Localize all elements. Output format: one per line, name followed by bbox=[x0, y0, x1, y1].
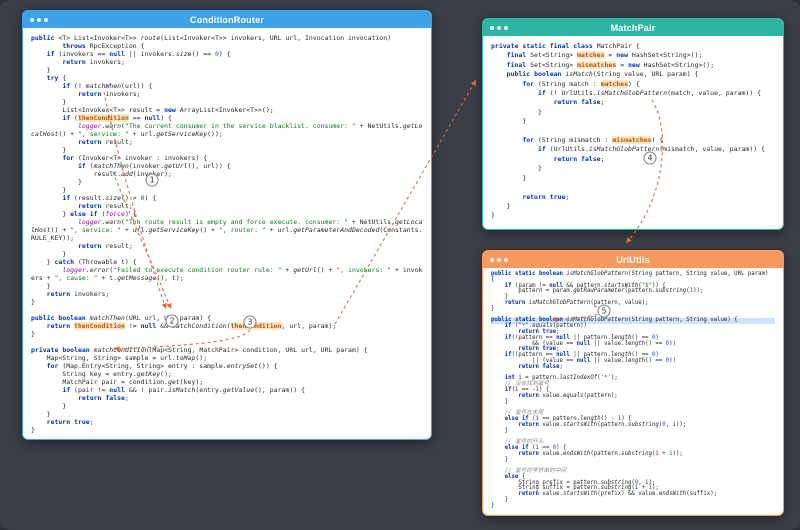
panel-title: ConditionRouter bbox=[190, 14, 264, 25]
step-badge-5: 5 bbox=[597, 304, 611, 318]
code-line: for (Map.Entry<String, String> entry : s… bbox=[46, 362, 278, 370]
code-line: } bbox=[491, 502, 495, 509]
code-line: return result; bbox=[77, 138, 133, 146]
code-line: String key = entry.getKey(); bbox=[31, 370, 172, 378]
code-line: MatchPair pair = condition.get(key); bbox=[31, 378, 204, 386]
code-line: } bbox=[31, 178, 82, 186]
code-line: private boolean matchCondition(Map<Strin… bbox=[31, 346, 368, 354]
code-line: for (String match : matches) { bbox=[522, 79, 640, 88]
panel-matchpair[interactable]: MatchPair private static final class Mat… bbox=[482, 18, 784, 230]
panel-conditionrouter[interactable]: ConditionRouter public <T> List<Invoker<… bbox=[22, 10, 432, 440]
code-line: final Set<String> matches = new HashSet<… bbox=[506, 51, 703, 60]
code-line: if (UrlUtils.isMatchGlobPattern(mismatch… bbox=[537, 145, 765, 154]
code-line: } bbox=[31, 298, 35, 306]
code-line: } bbox=[31, 330, 35, 338]
code-line: } bbox=[31, 410, 51, 418]
code-line: if (! UrlUtils.isMatchGlobPattern(match,… bbox=[537, 89, 762, 98]
conditionrouter-code-block[interactable]: public <T> List<Invoker<T>> route(List<I… bbox=[23, 28, 431, 439]
panel-urlutils-header[interactable]: UrlUtils bbox=[483, 251, 783, 268]
code-line: if (! matchWhen(url)) { bbox=[62, 82, 153, 90]
window-dots-icon bbox=[30, 17, 48, 22]
panel-title: UrlUtils bbox=[616, 254, 650, 265]
code-line: } bbox=[31, 282, 51, 290]
code-line: } bbox=[31, 250, 67, 258]
code-line: logger.warn("The current consumer in the… bbox=[31, 122, 423, 138]
panel-title: MatchPair bbox=[610, 22, 656, 33]
code-line: } catch (Throwable t) { bbox=[31, 258, 137, 266]
code-line: } bbox=[491, 117, 527, 126]
code-line: public <T> List<Invoker<T>> route(List<I… bbox=[31, 34, 392, 42]
code-line: if (pair != null && ! pair.isMatch(entry… bbox=[62, 386, 305, 394]
code-line: } bbox=[31, 426, 35, 434]
code-line: } bbox=[491, 211, 495, 220]
matchpair-code-block[interactable]: private static final class MatchPair { f… bbox=[483, 36, 783, 229]
code-line: public boolean isMatch(String value, URL… bbox=[506, 70, 699, 79]
code-map-canvas: ConditionRouter public <T> List<Invoker<… bbox=[0, 0, 800, 530]
code-line: if (invokers == null || invokers.size() … bbox=[46, 50, 231, 58]
code-line: return false; bbox=[553, 154, 605, 163]
step-badge-3: 3 bbox=[243, 315, 257, 329]
code-line: } bbox=[31, 98, 67, 106]
panel-urlutils[interactable]: UrlUtils public static boolean isMatchGl… bbox=[482, 250, 784, 516]
step-badge-1: 1 bbox=[145, 173, 159, 187]
code-line: public boolean matchThen(URL url, URL pa… bbox=[31, 314, 212, 322]
code-line: private static final class MatchPair { bbox=[491, 42, 640, 50]
code-line: logger.warn("The route result is empty a… bbox=[31, 218, 423, 242]
code-line: for (Invoker<T> invoker : invokers) { bbox=[62, 154, 208, 162]
panel-conditionrouter-header[interactable]: ConditionRouter bbox=[23, 11, 431, 28]
code-line: return false; bbox=[77, 394, 129, 402]
code-line: } bbox=[491, 164, 542, 173]
code-line: } bbox=[491, 107, 542, 116]
code-line: } bbox=[31, 66, 51, 74]
code-line: return result; bbox=[77, 202, 133, 210]
code-line: return false; bbox=[553, 98, 605, 107]
window-dots-icon bbox=[490, 257, 508, 262]
code-line: return invokers; bbox=[46, 290, 110, 298]
window-dots-icon bbox=[490, 25, 508, 30]
code-line: if (result.size() > 0) { bbox=[62, 194, 157, 202]
panel-matchpair-header[interactable]: MatchPair bbox=[483, 19, 783, 36]
code-line: for (String mismatch : mismatches) { bbox=[522, 136, 664, 145]
step-badge-4: 4 bbox=[643, 151, 657, 165]
step-badge-2: 2 bbox=[165, 314, 179, 328]
code-line: } bbox=[491, 201, 511, 210]
code-line: return invokers; bbox=[77, 90, 141, 98]
code-line: } bbox=[491, 173, 527, 182]
code-line: } bbox=[31, 186, 67, 194]
code-line: try { bbox=[46, 74, 67, 82]
code-line: return true; bbox=[46, 418, 94, 426]
code-line: List<Invoker<T>> result = new ArrayList<… bbox=[31, 106, 274, 114]
code-line: } bbox=[31, 146, 67, 154]
code-line: throws RpcException { bbox=[62, 42, 145, 50]
code-line: return result; bbox=[77, 242, 133, 250]
code-line: } bbox=[31, 402, 67, 410]
code-line: if (matchThen(invoker.getUrl(), url)) { bbox=[77, 162, 231, 170]
code-line: if (thenCondition == null) { bbox=[62, 114, 172, 122]
code-line: result.add(invoker); bbox=[31, 170, 172, 178]
code-line: Map<String, String> sample = url.toMap()… bbox=[31, 354, 208, 362]
code-line: } else if (force) { bbox=[31, 210, 137, 218]
code-line: final Set<String> mismatches = new HashS… bbox=[506, 60, 715, 69]
code-line: return true; bbox=[522, 192, 570, 201]
code-line: logger.error("Failed to execute conditio… bbox=[31, 266, 423, 282]
urlutils-code-block[interactable]: public static boolean isMatchGlobPattern… bbox=[483, 268, 783, 515]
code-line: return invokers; bbox=[62, 58, 125, 66]
code-line: return thenCondition != null && matchCon… bbox=[46, 322, 337, 330]
